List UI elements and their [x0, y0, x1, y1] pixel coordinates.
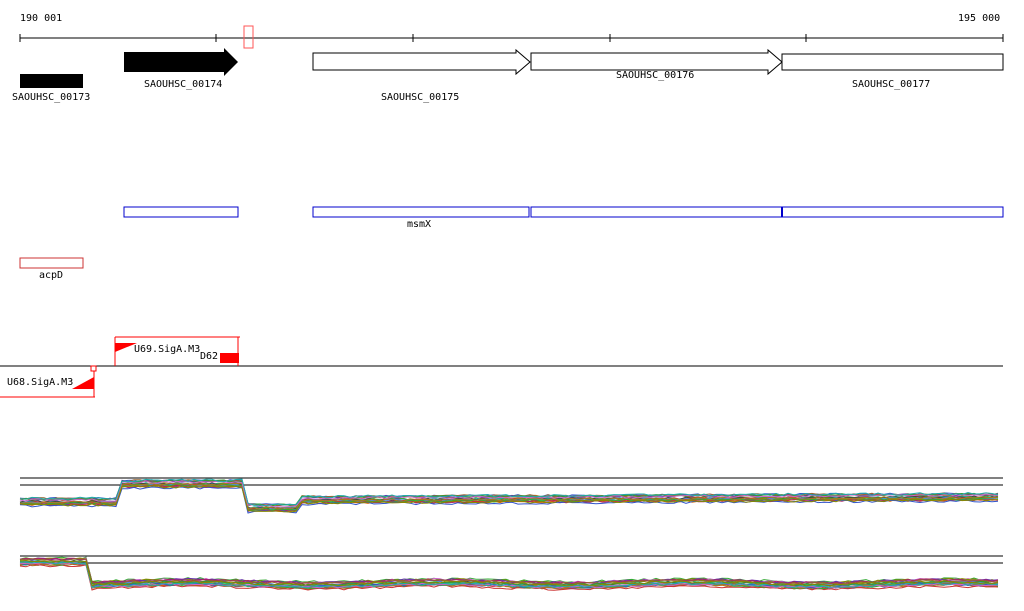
promoter-u68-flag[interactable]	[72, 377, 94, 389]
promoter-d62-block[interactable]	[220, 353, 239, 363]
gene-saouhsc-00175[interactable]	[312, 48, 531, 76]
promoter-label-d62: D62	[200, 351, 219, 362]
promoter-label-u69: U69.SigA.M3	[134, 344, 201, 355]
gene-label-saouhsc-00173: SAOUHSC_00173	[12, 92, 91, 103]
expression-track-2	[19, 555, 1003, 591]
promoter-label-u68: U68.SigA.M3	[7, 377, 74, 388]
annotation-box-msmx[interactable]	[312, 206, 530, 218]
expression-track-1	[19, 477, 1003, 514]
gene-saouhsc-00174[interactable]	[124, 48, 238, 76]
annotation-box-1[interactable]	[123, 206, 239, 218]
gene-label-saouhsc-00177: SAOUHSC_00177	[852, 79, 931, 90]
viewport-marker[interactable]	[243, 25, 254, 49]
gene-label-saouhsc-00176: SAOUHSC_00176	[616, 70, 695, 81]
feature-label-acpd: acpD	[39, 270, 64, 281]
genome-browser-view: 190 001 195 000 SAOUHSC_00173 SAOUHSC_00…	[0, 0, 1024, 611]
gene-saouhsc-00173[interactable]	[20, 74, 83, 88]
track-canvas	[0, 25, 1004, 591]
promoter-u68-marker[interactable]	[90, 365, 97, 372]
annotation-track	[123, 206, 1004, 218]
annotation-box-4[interactable]	[781, 206, 1004, 218]
gene-saouhsc-00177[interactable]	[781, 53, 1004, 71]
annotation-label-msmx: msmX	[407, 219, 432, 230]
ruler-start-label: 190 001	[20, 13, 63, 24]
ruler-end-label: 195 000	[958, 13, 1001, 24]
gene-label-saouhsc-00174: SAOUHSC_00174	[144, 79, 223, 90]
feature-acpd[interactable]	[19, 257, 84, 269]
coordinate-ruler	[19, 34, 1004, 42]
gene-label-saouhsc-00175: SAOUHSC_00175	[381, 92, 460, 103]
annotation-box-3[interactable]	[530, 206, 783, 218]
